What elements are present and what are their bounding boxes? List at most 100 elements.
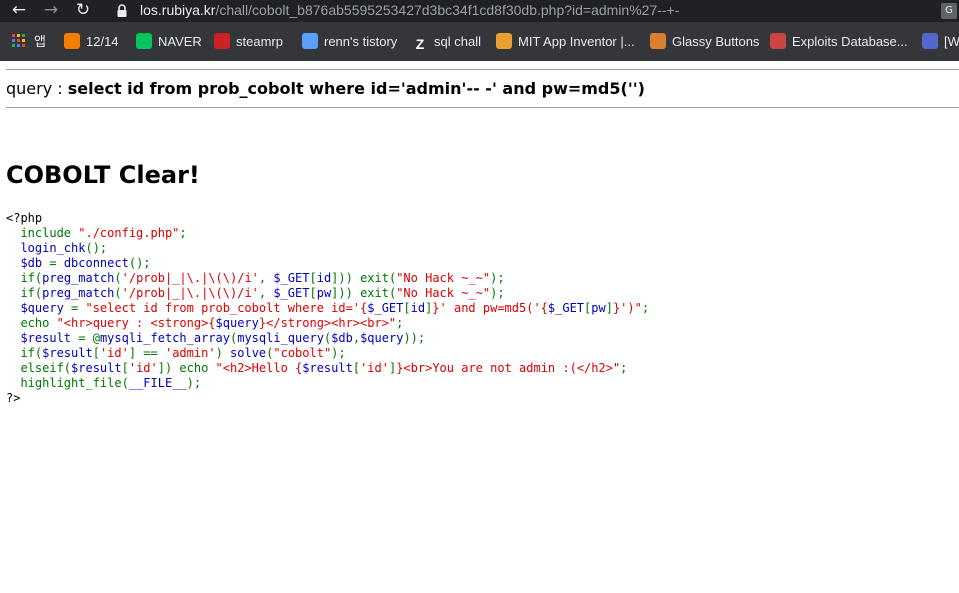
code-token: id xyxy=(316,271,332,285)
bookmark-label: sql chall xyxy=(434,34,481,49)
bookmark-blogger[interactable]: 12/14 xyxy=(64,22,119,61)
code-line: $db = dbconnect(); xyxy=(6,256,649,271)
code-token: ); xyxy=(186,376,202,390)
code-token: <?php xyxy=(6,211,43,225)
code-token: [ xyxy=(92,346,100,360)
bookmark-tistory[interactable]: renn's tistory xyxy=(302,22,397,61)
code-token: $result xyxy=(71,361,122,375)
bookmarks-bar: 앱 12/14 NAVER steamrp renn's tistory Zsql cha… xyxy=(0,22,959,61)
code-token: ( xyxy=(114,286,122,300)
bookmark-label: MIT App Inventor |... xyxy=(518,34,635,49)
exploitdb-icon xyxy=(770,33,786,49)
code-token: }</strong><hr><br>" xyxy=(258,316,397,330)
code-token: dbconnect xyxy=(63,256,129,270)
code-token: $_GET xyxy=(273,286,310,300)
bookmark-naver[interactable]: NAVER xyxy=(136,22,202,61)
code-token: ] xyxy=(605,301,613,315)
code-token: highlight_file xyxy=(20,376,122,390)
bookmark-apps[interactable]: 앱 xyxy=(12,22,46,61)
code-line: $query = "select id from prob_cobolt whe… xyxy=(6,301,649,316)
code-token: $result xyxy=(6,331,79,345)
code-token: "<hr>query : <strong>{ xyxy=(56,316,216,330)
code-line: highlight_file(__FILE__); xyxy=(6,376,649,391)
bookmark-wiki[interactable]: [W xyxy=(922,22,959,61)
code-token: "./config.php" xyxy=(78,226,180,240)
bookmark-label: 앱 xyxy=(34,34,46,49)
code-token: mysqli_query xyxy=(237,331,324,345)
code-token: ) xyxy=(215,346,231,360)
code-token: = xyxy=(49,256,64,270)
bookmark-label: [W xyxy=(944,34,959,49)
code-line: <?php xyxy=(6,211,649,226)
code-token: preg_match xyxy=(42,286,115,300)
code-token: pw xyxy=(591,301,606,315)
code-token: $query xyxy=(6,301,72,315)
steamrp-icon xyxy=(214,33,230,49)
code-token: if( xyxy=(20,286,43,300)
z-icon: Z xyxy=(415,36,425,52)
code-token: }<br>You are not admin :(</h2>" xyxy=(396,361,621,375)
code-token: "<h2>Hello { xyxy=(215,361,303,375)
bookmark-glassy[interactable]: Glassy Buttons xyxy=(650,22,759,61)
code-token: ]) echo xyxy=(157,361,216,375)
translate-icon[interactable]: G xyxy=(941,3,957,19)
code-token: ); xyxy=(331,346,346,360)
divider-top xyxy=(6,69,959,70)
code-line: if($result['id'] == 'admin') solve("cobo… xyxy=(6,346,649,361)
bookmark-appinventor[interactable]: MIT App Inventor |... xyxy=(496,22,635,61)
code-token: 'id' xyxy=(99,346,129,360)
code-token: $_GET xyxy=(367,301,404,315)
bookmark-exploitdb[interactable]: Exploits Database... xyxy=(770,22,908,61)
code-token: ?> xyxy=(6,391,21,405)
code-token: if( xyxy=(20,271,43,285)
bookmark-label: Exploits Database... xyxy=(792,34,908,49)
bookmark-label: 12/14 xyxy=(86,34,119,49)
code-token: elseif( xyxy=(20,361,72,375)
tistory-icon xyxy=(302,33,318,49)
code-token: = xyxy=(71,301,86,315)
url-host: los.rubiya.kr xyxy=(140,2,216,18)
url-field[interactable]: los.rubiya.kr/chall/cobolt_b876ab5595253… xyxy=(140,0,679,22)
blogger-icon xyxy=(64,33,80,49)
code-line: if(preg_match('/prob|_|\.|\(\)/i', $_GET… xyxy=(6,271,649,286)
code-token: [ xyxy=(121,361,129,375)
code-token: pw xyxy=(316,286,332,300)
reload-icon[interactable]: ↻ xyxy=(70,0,96,22)
code-token: __FILE__ xyxy=(128,376,187,390)
code-token: , xyxy=(258,271,274,285)
code-token: id xyxy=(410,301,426,315)
forward-arrow-icon[interactable]: → xyxy=(38,0,64,22)
lock-icon xyxy=(117,4,127,17)
code-token: echo xyxy=(20,316,57,330)
code-token: ] == xyxy=(128,346,165,360)
code-token: 'admin' xyxy=(164,346,216,360)
bookmark-steamrp[interactable]: steamrp xyxy=(214,22,283,61)
code-token: }' and pw=md5('{ xyxy=(432,301,548,315)
code-token: if( xyxy=(20,346,43,360)
code-token: )); xyxy=(403,331,426,345)
query-sql: select id from prob_cobolt where id='adm… xyxy=(67,79,645,98)
code-line: ?> xyxy=(6,391,649,406)
bookmark-z[interactable]: Zsql chall xyxy=(412,22,481,61)
back-arrow-icon[interactable]: ← xyxy=(6,0,32,22)
code-line: include "./config.php"; xyxy=(6,226,649,241)
address-bar: ← → ↻ los.rubiya.kr/chall/cobolt_b876ab5… xyxy=(0,0,959,22)
code-token: $db xyxy=(6,256,50,270)
code-token: (); xyxy=(85,241,108,255)
code-token: = @ xyxy=(78,331,100,345)
code-token: 'id' xyxy=(360,361,389,375)
code-token: , xyxy=(258,286,274,300)
code-token: ])) exit( xyxy=(331,286,397,300)
code-line: $result = @mysqli_fetch_array(mysqli_que… xyxy=(6,331,649,346)
clear-title: COBOLT Clear! xyxy=(6,161,200,189)
code-token: [ xyxy=(352,361,361,375)
code-token: $query xyxy=(215,316,259,330)
code-token: solve xyxy=(230,346,267,360)
url-path: /chall/cobolt_b876ab5595253427d3bc34f1cd… xyxy=(215,2,680,18)
